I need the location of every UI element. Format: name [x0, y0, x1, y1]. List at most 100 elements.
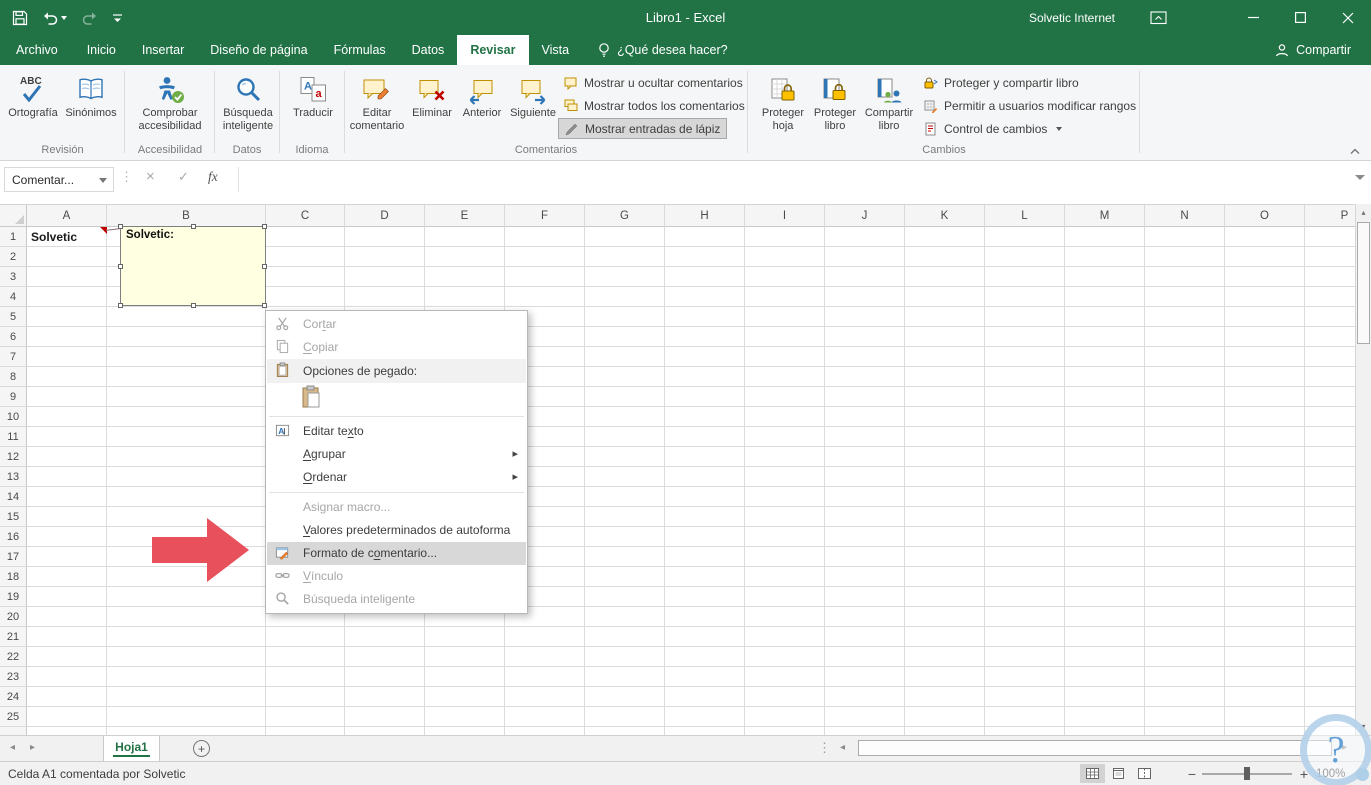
row-header-20[interactable]: 20 — [0, 607, 27, 627]
formula-input[interactable] — [240, 167, 1349, 192]
resize-handle[interactable] — [191, 224, 196, 229]
proteger-hoja-button[interactable]: Proteger hoja — [758, 68, 808, 142]
column-header-D[interactable]: D — [345, 205, 425, 227]
menu-item-ordenar[interactable]: Ordenar ▸ — [267, 466, 526, 489]
traducir-button[interactable]: Aa Traducir — [285, 68, 341, 142]
row-header-2[interactable]: 2 — [0, 247, 27, 267]
vertical-scrollbar-thumb[interactable] — [1357, 222, 1370, 344]
sheet-tab-hoja1[interactable]: Hoja1 — [103, 736, 160, 761]
row-header-25[interactable]: 25 — [0, 707, 27, 727]
column-header-L[interactable]: L — [985, 205, 1065, 227]
anterior-button[interactable]: Anterior — [458, 68, 506, 142]
resize-handle[interactable] — [262, 303, 267, 308]
column-header-C[interactable]: C — [266, 205, 345, 227]
row-header-6[interactable]: 6 — [0, 327, 27, 347]
eliminar-comentario-button[interactable]: Eliminar — [408, 68, 456, 142]
paste-button[interactable] — [301, 385, 321, 412]
row-header-3[interactable]: 3 — [0, 267, 27, 287]
row-header-11[interactable]: 11 — [0, 427, 27, 447]
row-header-12[interactable]: 12 — [0, 447, 27, 467]
row-header-16[interactable]: 16 — [0, 527, 27, 547]
tab-inicio[interactable]: Inicio — [74, 35, 129, 65]
mostrar-todos-comentarios-button[interactable]: Mostrar todos los comentarios — [558, 95, 751, 116]
horizontal-scrollbar-thumb[interactable] — [858, 740, 1332, 756]
comment-box[interactable]: Solvetic: — [118, 224, 267, 308]
row-header-18[interactable]: 18 — [0, 567, 27, 587]
column-header-M[interactable]: M — [1065, 205, 1145, 227]
column-header-P[interactable]: P — [1305, 205, 1355, 227]
resize-handle[interactable] — [118, 264, 123, 269]
editar-comentario-button[interactable]: Editar comentario — [348, 68, 406, 142]
compartir-libro-button[interactable]: Compartir libro — [862, 68, 916, 142]
siguiente-button[interactable]: Siguiente — [508, 68, 558, 142]
resize-handle[interactable] — [262, 264, 267, 269]
resize-handle[interactable] — [118, 303, 123, 308]
resize-handle[interactable] — [262, 224, 267, 229]
column-header-A[interactable]: A — [27, 205, 107, 227]
column-header-B[interactable]: B — [107, 205, 266, 227]
column-header-K[interactable]: K — [905, 205, 985, 227]
sheet-nav-next-icon[interactable]: ▸ — [30, 742, 35, 753]
column-header-F[interactable]: F — [505, 205, 585, 227]
column-header-G[interactable]: G — [585, 205, 665, 227]
row-header-9[interactable]: 9 — [0, 387, 27, 407]
name-box[interactable]: Comentar... — [4, 167, 114, 192]
menu-item-editar-texto[interactable]: A Editar texto — [267, 420, 526, 443]
collapse-ribbon-button[interactable] — [1347, 145, 1363, 157]
column-header-J[interactable]: J — [825, 205, 905, 227]
menu-item-agrupar[interactable]: Agrupar ▸ — [267, 443, 526, 466]
row-header-14[interactable]: 14 — [0, 487, 27, 507]
ortografia-button[interactable]: ABC Ortografía — [6, 68, 60, 142]
normal-view-button[interactable] — [1080, 764, 1105, 783]
tab-datos[interactable]: Datos — [399, 35, 458, 65]
row-header-23[interactable]: 23 — [0, 667, 27, 687]
tab-archivo[interactable]: Archivo — [0, 35, 74, 65]
scroll-up-arrow-icon[interactable]: ▴ — [1356, 204, 1371, 221]
row-header-8[interactable]: 8 — [0, 367, 27, 387]
control-cambios-button[interactable]: Control de cambios — [918, 118, 1068, 139]
close-button[interactable] — [1324, 0, 1371, 35]
tab-formulas[interactable]: Fórmulas — [321, 35, 399, 65]
proteger-compartir-libro-button[interactable]: Proteger y compartir libro — [918, 72, 1085, 93]
new-sheet-button[interactable]: + — [193, 740, 210, 757]
column-header-H[interactable]: H — [665, 205, 745, 227]
resize-handle[interactable] — [118, 224, 123, 229]
tab-vista[interactable]: Vista — [529, 35, 583, 65]
customize-qat-button[interactable] — [112, 12, 123, 24]
select-all-corner[interactable] — [0, 205, 27, 227]
save-button[interactable] — [12, 10, 28, 26]
proteger-libro-button[interactable]: Proteger libro — [810, 68, 860, 142]
insert-function-button[interactable]: fx — [208, 169, 218, 185]
menu-item-formato-comentario[interactable]: Formato de comentario... — [267, 542, 526, 565]
mostrar-ocultar-comentarios-button[interactable]: Mostrar u ocultar comentarios — [558, 72, 749, 93]
row-header-5[interactable]: 5 — [0, 307, 27, 327]
tab-diseno-de-pagina[interactable]: Diseño de página — [197, 35, 320, 65]
maximize-button[interactable] — [1277, 0, 1324, 35]
vertical-scrollbar[interactable]: ▴ ▾ — [1355, 204, 1371, 735]
column-header-O[interactable]: O — [1225, 205, 1305, 227]
row-header-4[interactable]: 4 — [0, 287, 27, 307]
comprobar-accesibilidad-button[interactable]: Comprobar accesibilidad — [130, 68, 210, 142]
row-header-10[interactable]: 10 — [0, 407, 27, 427]
redo-button[interactable] — [81, 11, 98, 25]
hscroll-left-arrow-icon[interactable]: ◂ — [840, 742, 845, 753]
tell-me-box[interactable]: ¿Qué desea hacer? — [598, 35, 728, 65]
row-header-21[interactable]: 21 — [0, 627, 27, 647]
row-header-1[interactable]: 1 — [0, 227, 27, 247]
ribbon-display-options-button[interactable] — [1141, 0, 1175, 35]
column-header-I[interactable]: I — [745, 205, 825, 227]
row-header-22[interactable]: 22 — [0, 647, 27, 667]
undo-button[interactable] — [42, 11, 67, 25]
row-header-17[interactable]: 17 — [0, 547, 27, 567]
busqueda-inteligente-button[interactable]: Búsqueda inteligente — [219, 68, 277, 142]
sinonimos-button[interactable]: Sinónimos — [62, 68, 120, 142]
share-button[interactable]: Compartir — [1263, 35, 1363, 65]
zoom-out-button[interactable]: − — [1184, 764, 1200, 783]
row-header-19[interactable]: 19 — [0, 587, 27, 607]
sheet-nav-prev-icon[interactable]: ◂ — [10, 742, 15, 753]
formula-bar-expand-icon[interactable] — [1355, 175, 1365, 180]
account-name[interactable]: Solvetic Internet — [1029, 0, 1115, 35]
tab-scroll-splitter[interactable]: ⋮ — [818, 740, 831, 756]
resize-handle[interactable] — [191, 303, 196, 308]
row-header-15[interactable]: 15 — [0, 507, 27, 527]
